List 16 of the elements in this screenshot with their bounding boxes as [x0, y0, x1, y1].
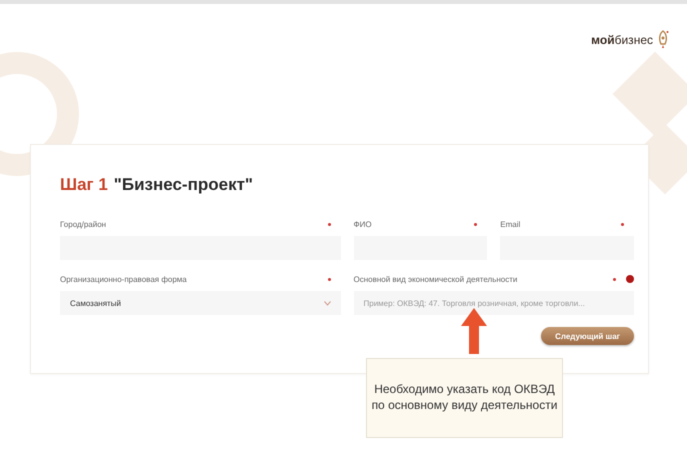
- callout-text: Необходимо указать код ОКВЭД по основному виду деятельности: [372, 382, 558, 414]
- up-arrow-icon: [461, 308, 487, 354]
- field-label: Email: [500, 220, 522, 228]
- next-step-button[interactable]: Следующий шаг: [541, 327, 634, 345]
- input-field[interactable]: Пример: ОКВЭД: 47. Торговля розничная, кроме торговли...: [354, 291, 634, 315]
- field-label: Город/район: [60, 220, 108, 228]
- chevron-down-icon: [324, 300, 330, 306]
- info-icon[interactable]: [626, 275, 634, 283]
- rocket-icon: [657, 30, 669, 50]
- field-label: Основной вид экономической деятельности: [354, 274, 518, 284]
- field-label: ФИО: [354, 220, 373, 228]
- field-label: Организационно-правовая форма: [60, 274, 188, 284]
- form-title: "Бизнес-проект": [114, 175, 253, 195]
- logo-text: мойбизнес: [591, 33, 653, 47]
- select-field[interactable]: Самозанятый: [60, 291, 340, 315]
- step-number: Шаг 1: [60, 175, 108, 195]
